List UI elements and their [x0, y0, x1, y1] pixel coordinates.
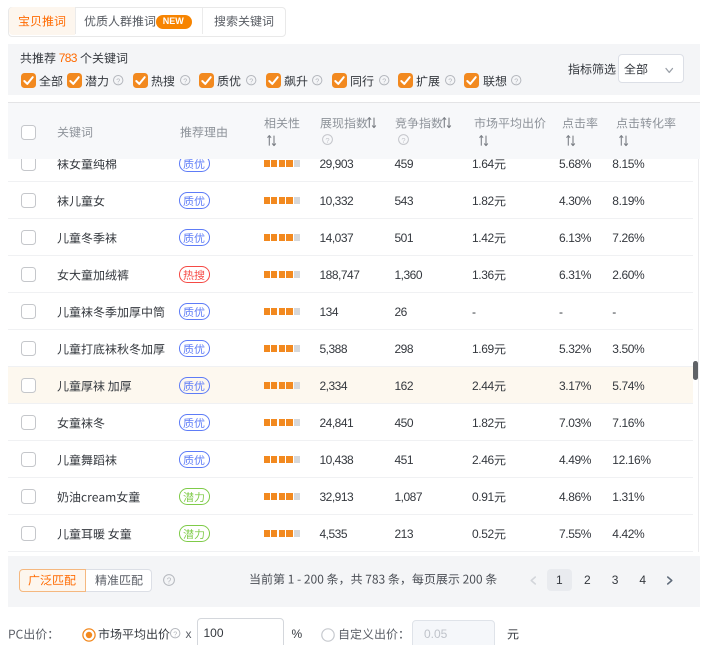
svg-text:?: ? — [326, 135, 330, 144]
svg-text:?: ? — [514, 78, 518, 86]
svg-text:?: ? — [117, 78, 121, 86]
svg-text:?: ? — [382, 78, 386, 86]
svg-text:?: ? — [174, 630, 178, 638]
svg-text:?: ? — [401, 135, 405, 144]
svg-text:?: ? — [448, 78, 452, 86]
svg-text:?: ? — [316, 78, 320, 86]
svg-text:?: ? — [167, 577, 172, 586]
svg-text:?: ? — [249, 78, 253, 86]
svg-text:?: ? — [183, 78, 187, 86]
